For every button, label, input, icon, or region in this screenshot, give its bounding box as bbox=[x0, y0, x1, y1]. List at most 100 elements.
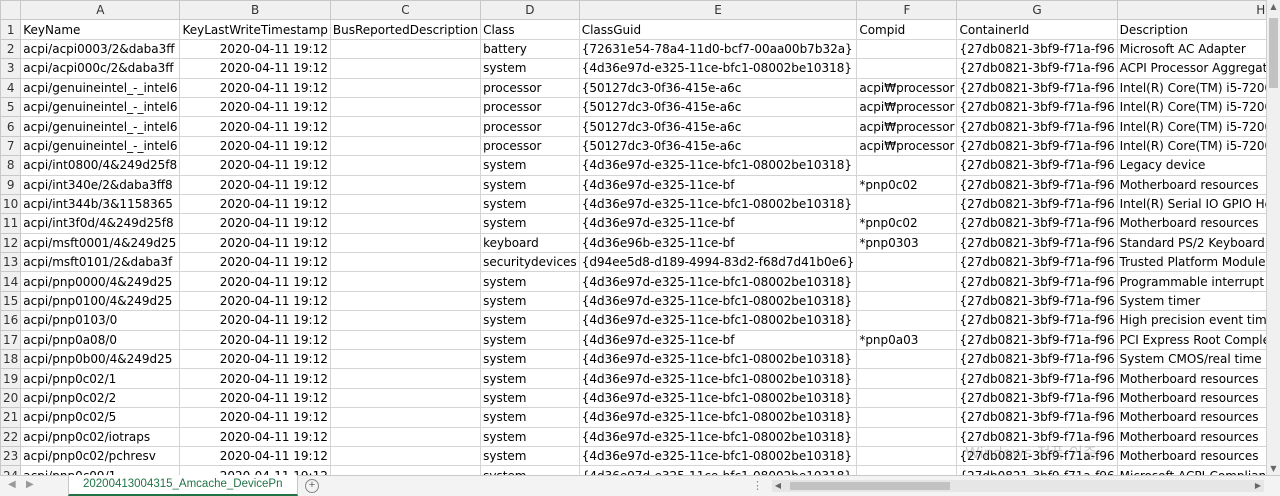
table-cell[interactable]: 2020-04-11 19:12 bbox=[179, 213, 331, 234]
table-cell[interactable]: system bbox=[480, 387, 580, 409]
table-cell[interactable]: processor bbox=[480, 96, 580, 118]
table-cell[interactable]: Microsoft AC Adapter bbox=[1116, 38, 1267, 60]
row-number[interactable]: 12 bbox=[0, 232, 22, 254]
table-cell[interactable]: Intel(R) Core(TM) i5-7200 bbox=[1116, 96, 1267, 118]
sheet-tab-active[interactable]: 20200413004315_Amcache_DevicePn bbox=[68, 475, 298, 496]
table-cell[interactable]: {4d36e97d-e325-11ce-bfc1-08002be10318} bbox=[578, 445, 858, 467]
table-cell[interactable]: {27db0821-3bf9-f71a-f96 bbox=[956, 232, 1118, 254]
scroll-left-icon[interactable]: ◀ bbox=[772, 480, 784, 492]
table-cell[interactable]: acpi/acpi000c/2&daba3ff bbox=[20, 58, 181, 79]
table-cell[interactable]: acpi/genuineintel_-_intel6 bbox=[20, 135, 181, 157]
row-number[interactable]: 15 bbox=[0, 290, 22, 312]
table-cell[interactable] bbox=[329, 96, 482, 118]
table-cell[interactable]: Programmable interrupt controller bbox=[1116, 271, 1267, 292]
table-cell[interactable] bbox=[329, 213, 482, 234]
table-cell[interactable]: High precision event timer bbox=[1116, 310, 1267, 331]
table-cell[interactable] bbox=[856, 271, 958, 292]
table-cell[interactable]: acpi/int0800/4&249d25f8 bbox=[20, 155, 181, 176]
table-cell[interactable]: 2020-04-11 19:12 bbox=[179, 426, 331, 447]
table-cell[interactable]: {27db0821-3bf9-f71a-f96 bbox=[956, 349, 1118, 370]
column-header-f[interactable]: F bbox=[856, 0, 958, 21]
horizontal-scroll-thumb[interactable] bbox=[790, 482, 950, 490]
table-cell[interactable]: Motherboard resources bbox=[1116, 174, 1267, 195]
table-cell[interactable]: ACPI Processor Aggregat bbox=[1116, 58, 1267, 79]
row-number[interactable]: 5 bbox=[0, 96, 22, 118]
table-cell[interactable]: {27db0821-3bf9-f71a-f96 bbox=[956, 174, 1118, 195]
column-header-g[interactable]: G bbox=[956, 0, 1118, 21]
scroll-right-icon[interactable]: ▶ bbox=[1252, 480, 1264, 492]
table-cell[interactable]: 2020-04-11 19:12 bbox=[179, 252, 331, 273]
table-cell[interactable]: 2020-04-11 19:12 bbox=[179, 407, 331, 428]
column-header-a[interactable]: A bbox=[20, 0, 181, 21]
table-cell[interactable] bbox=[329, 155, 482, 176]
table-cell[interactable] bbox=[329, 445, 482, 467]
table-cell[interactable] bbox=[856, 155, 958, 176]
table-cell[interactable]: acpi₩processor bbox=[856, 116, 958, 137]
table-cell[interactable]: acpi/int344b/3&1158365 bbox=[20, 193, 181, 215]
table-cell[interactable]: {27db0821-3bf9-f71a-f96 bbox=[956, 96, 1118, 118]
table-cell[interactable] bbox=[329, 329, 482, 351]
table-cell[interactable]: acpi/pnp0000/4&249d25 bbox=[20, 271, 181, 292]
header-cell[interactable]: KeyLastWriteTimestamp bbox=[179, 19, 331, 40]
table-cell[interactable]: {4d36e97d-e325-11ce-bfc1-08002be10318} bbox=[578, 349, 858, 370]
table-cell[interactable]: Intel(R) Core(TM) i5-7200 bbox=[1116, 77, 1267, 98]
table-cell[interactable]: acpi₩processor bbox=[856, 77, 958, 98]
table-cell[interactable]: 2020-04-11 19:12 bbox=[179, 193, 331, 215]
table-cell[interactable] bbox=[329, 290, 482, 312]
column-header-d[interactable]: D bbox=[480, 0, 580, 21]
table-cell[interactable]: 2020-04-11 19:12 bbox=[179, 290, 331, 312]
table-cell[interactable]: Intel(R) Core(TM) i5-7200 bbox=[1116, 135, 1267, 157]
table-cell[interactable]: securitydevices bbox=[480, 252, 580, 273]
table-cell[interactable]: acpi/pnp0c02/iotraps bbox=[20, 426, 181, 447]
table-cell[interactable]: system bbox=[480, 310, 580, 331]
row-number[interactable]: 23 bbox=[0, 445, 22, 467]
table-cell[interactable]: processor bbox=[480, 77, 580, 98]
table-cell[interactable]: {27db0821-3bf9-f71a-f96 bbox=[956, 271, 1118, 292]
table-cell[interactable]: 2020-04-11 19:12 bbox=[179, 116, 331, 137]
table-cell[interactable] bbox=[329, 271, 482, 292]
table-cell[interactable]: {4d36e97d-e325-11ce-bfc1-08002be10318} bbox=[578, 58, 858, 79]
table-cell[interactable]: {27db0821-3bf9-f71a-f96 bbox=[956, 252, 1118, 273]
row-number[interactable]: 19 bbox=[0, 368, 22, 389]
table-cell[interactable]: Motherboard resources bbox=[1116, 445, 1267, 467]
table-cell[interactable]: 2020-04-11 19:12 bbox=[179, 232, 331, 254]
row-number[interactable]: 6 bbox=[0, 116, 22, 137]
table-cell[interactable] bbox=[329, 310, 482, 331]
table-cell[interactable] bbox=[856, 310, 958, 331]
column-header-b[interactable]: B bbox=[179, 0, 331, 21]
table-cell[interactable]: {27db0821-3bf9-f71a-f96 bbox=[956, 368, 1118, 389]
table-cell[interactable]: system bbox=[480, 213, 580, 234]
table-cell[interactable]: System CMOS/real time clock bbox=[1116, 349, 1267, 370]
row-number[interactable]: 8 bbox=[0, 155, 22, 176]
table-cell[interactable] bbox=[329, 387, 482, 409]
table-cell[interactable]: {4d36e97d-e325-11ce-bfc1-08002be10318} bbox=[578, 193, 858, 215]
table-cell[interactable]: 2020-04-11 19:12 bbox=[179, 135, 331, 157]
table-cell[interactable]: 2020-04-11 19:12 bbox=[179, 96, 331, 118]
row-number[interactable]: 7 bbox=[0, 135, 22, 157]
table-cell[interactable] bbox=[329, 368, 482, 389]
table-cell[interactable] bbox=[856, 349, 958, 370]
vertical-scroll-thumb[interactable] bbox=[1269, 18, 1278, 88]
row-number[interactable]: 22 bbox=[0, 426, 22, 447]
more-options-icon[interactable]: ⋮ bbox=[752, 479, 763, 492]
table-cell[interactable]: 2020-04-11 19:12 bbox=[179, 465, 331, 475]
table-cell[interactable]: {4d36e97d-e325-11ce-bfc1-08002be10318} bbox=[578, 368, 858, 389]
table-cell[interactable] bbox=[856, 58, 958, 79]
table-cell[interactable] bbox=[856, 252, 958, 273]
prev-sheet-icon[interactable]: ◀ bbox=[8, 479, 16, 490]
column-header-c[interactable]: C bbox=[329, 0, 482, 21]
table-cell[interactable]: Motherboard resources bbox=[1116, 426, 1267, 447]
table-cell[interactable]: {27db0821-3bf9-f71a-f96 bbox=[956, 77, 1118, 98]
table-cell[interactable]: acpi/pnp0c09/1 bbox=[20, 465, 181, 475]
table-cell[interactable]: system bbox=[480, 271, 580, 292]
row-number[interactable]: 17 bbox=[0, 329, 22, 351]
row-number[interactable]: 18 bbox=[0, 349, 22, 370]
table-cell[interactable] bbox=[329, 232, 482, 254]
table-cell[interactable] bbox=[329, 77, 482, 98]
table-cell[interactable]: {4d36e97d-e325-11ce-bf bbox=[578, 174, 858, 195]
table-cell[interactable]: Motherboard resources bbox=[1116, 407, 1267, 428]
table-cell[interactable]: {27db0821-3bf9-f71a-f96 bbox=[956, 135, 1118, 157]
table-cell[interactable]: *pnp0303 bbox=[856, 232, 958, 254]
table-cell[interactable]: acpi/msft0001/4&249d25 bbox=[20, 232, 181, 254]
row-number[interactable]: 4 bbox=[0, 77, 22, 98]
